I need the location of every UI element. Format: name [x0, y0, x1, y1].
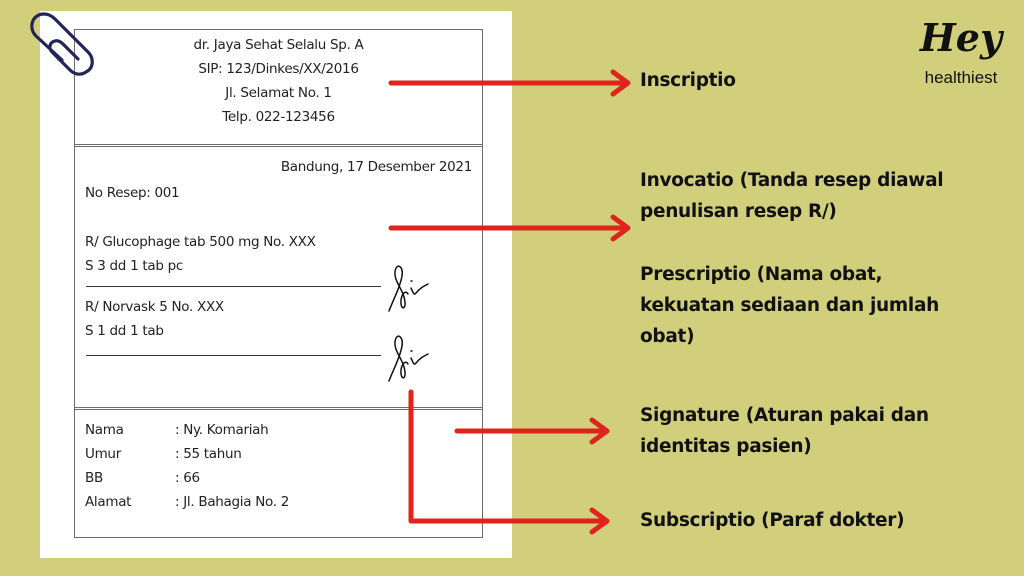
arrow-signature — [454, 417, 610, 445]
label-signature: Signature (Aturan pakai dan identitas pa… — [640, 400, 929, 462]
label-line: penulisan resep R/) — [640, 201, 837, 222]
label-prescriptio: Prescriptio (Nama obat, kekuatan sediaan… — [640, 259, 939, 352]
label-line: identitas pasien) — [640, 436, 812, 457]
label-line: Signature (Aturan pakai dan — [640, 405, 929, 426]
label-line: obat) — [640, 326, 695, 347]
label-line: kekuatan sediaan dan jumlah — [640, 295, 939, 316]
signature-icon — [388, 335, 429, 382]
label-invocatio: Invocatio (Tanda resep diawal penulisan … — [640, 165, 944, 227]
brand-subtitle: healthiest — [924, 68, 998, 87]
signature-icon — [388, 265, 429, 312]
arrow-invocatio — [388, 214, 631, 242]
label-subscriptio: Subscriptio (Paraf dokter) — [640, 510, 905, 531]
arrow-subscriptio — [408, 389, 610, 535]
paperclip-icon — [30, 12, 94, 76]
brand-logo: Hey healthiest — [906, 16, 1016, 90]
label-inscriptio: Inscriptio — [640, 70, 736, 91]
brand-title: Hey — [919, 15, 1003, 60]
label-line: Prescriptio (Nama obat, — [640, 264, 883, 285]
arrow-inscriptio — [388, 69, 631, 97]
label-line: Invocatio (Tanda resep diawal — [640, 170, 944, 191]
